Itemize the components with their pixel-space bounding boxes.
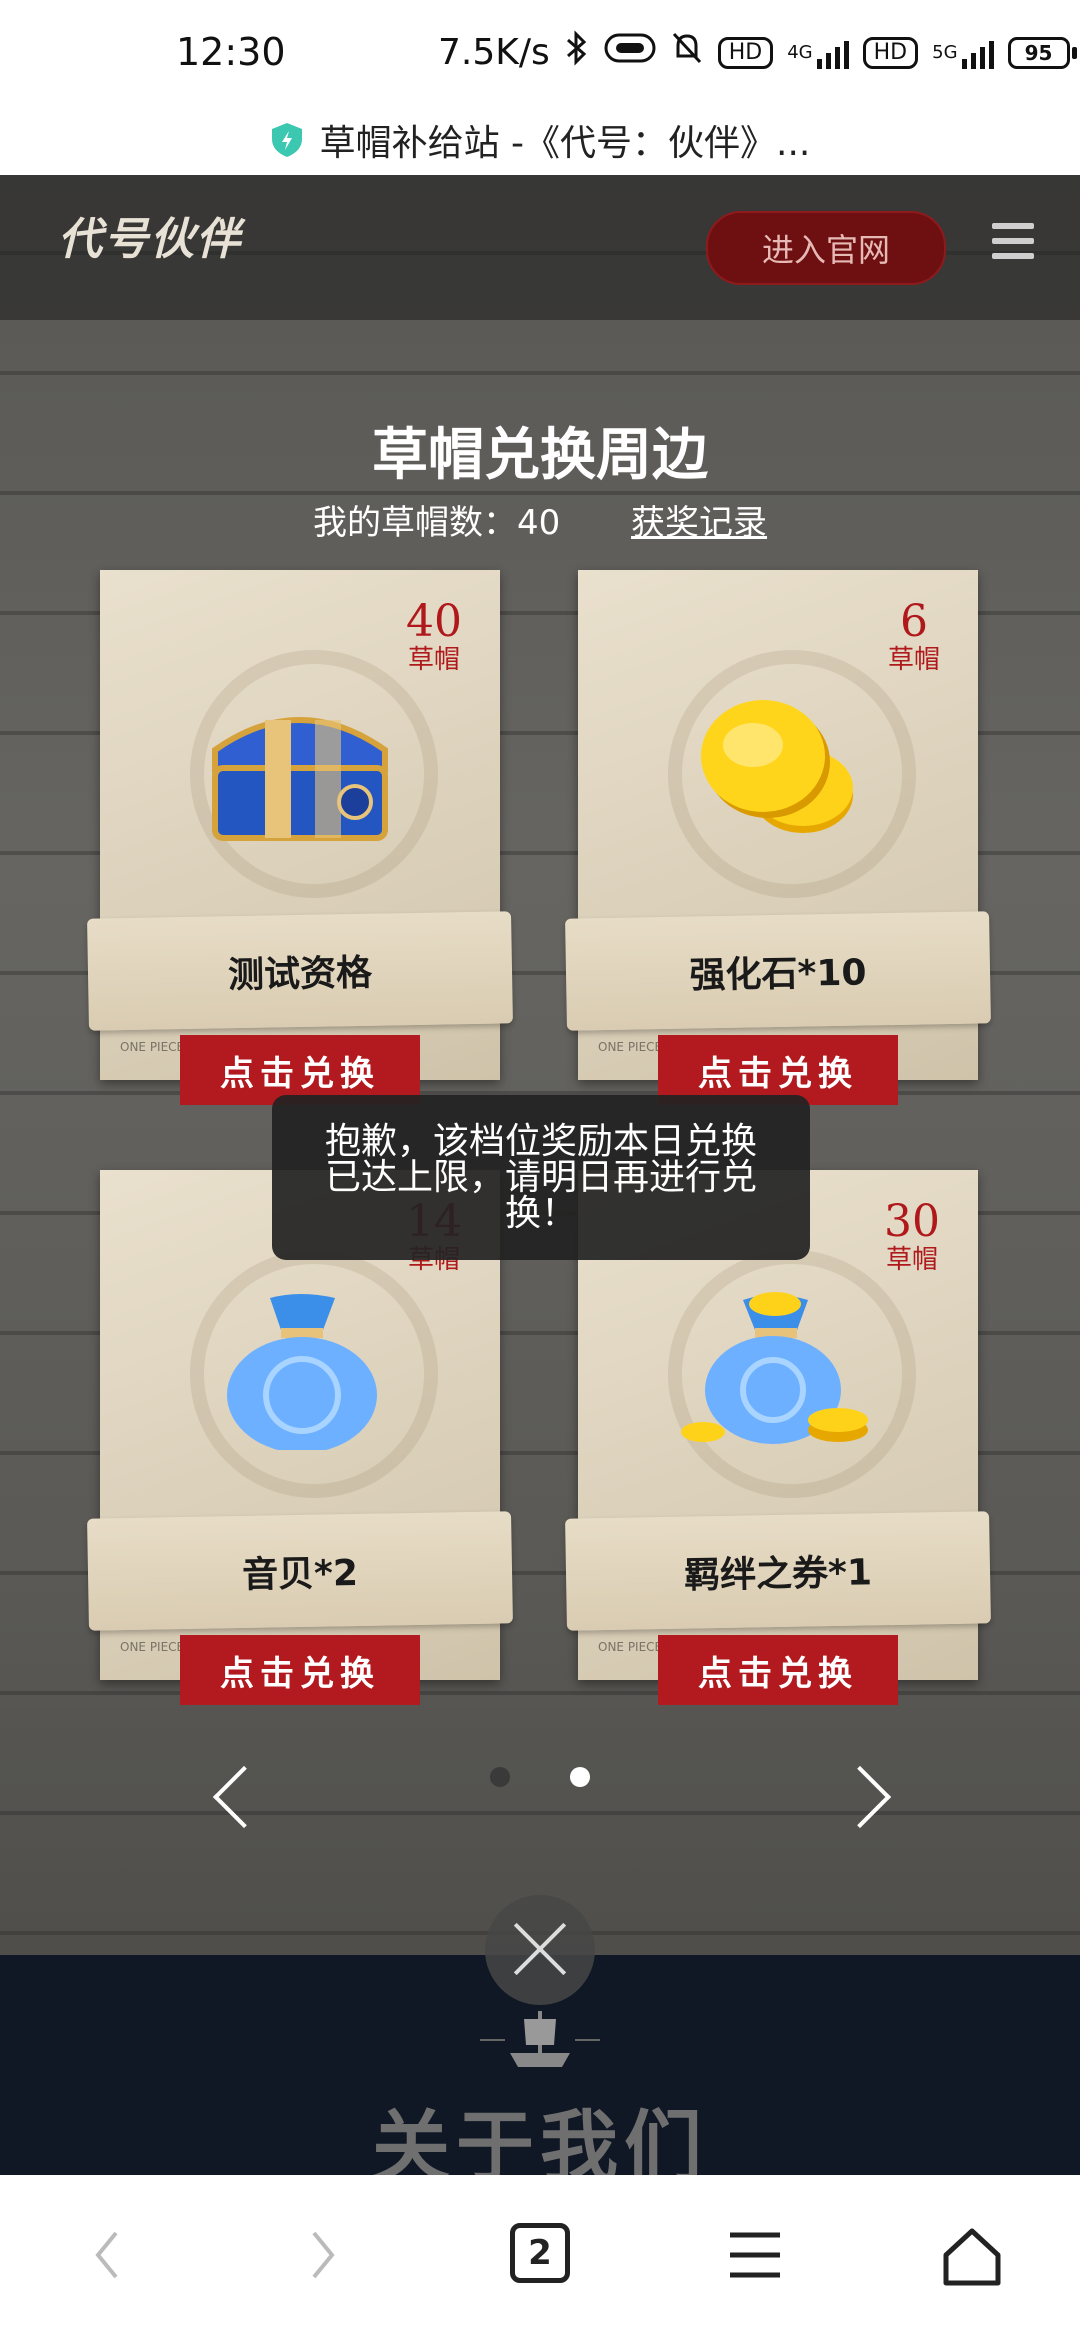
treasure-chest-icon bbox=[212, 717, 388, 841]
status-time: 12:30 bbox=[176, 30, 286, 74]
price-value: 30 bbox=[884, 1196, 940, 1247]
next-arrow-icon[interactable] bbox=[828, 1765, 892, 1829]
coin-pouch-icon bbox=[681, 1292, 868, 1444]
pagination-dot-active[interactable] bbox=[570, 1767, 590, 1787]
tabs-button[interactable]: 2 bbox=[510, 2223, 570, 2283]
url-bar[interactable]: 草帽补给站 -《代号：伙伴》... bbox=[0, 105, 1080, 175]
hd-badge-2: HD bbox=[862, 36, 919, 69]
price-unit: 草帽 bbox=[885, 1245, 938, 1275]
signal-icon bbox=[816, 37, 849, 69]
battery-level: 95 bbox=[1007, 36, 1070, 69]
about-title: 关于我们 bbox=[371, 2102, 708, 2175]
forward-icon[interactable] bbox=[308, 2225, 338, 2285]
price-value: 6 bbox=[899, 596, 928, 647]
reward-name: 音贝*2 bbox=[241, 1552, 359, 1597]
price-tag: 30 草帽 bbox=[884, 1200, 940, 1276]
reward-card: 6 草帽 强化石*10 ONE PIECE 点击兑换 bbox=[565, 570, 991, 1105]
section-title: 草帽兑换周边 bbox=[372, 422, 708, 488]
back-icon[interactable] bbox=[92, 2225, 122, 2285]
logo-text: 代号伙伴 bbox=[58, 214, 242, 265]
price-value: 40 bbox=[406, 596, 462, 647]
price-unit: 草帽 bbox=[887, 645, 940, 675]
browser-bottom-nav: 2 bbox=[0, 2175, 1080, 2340]
hat-count: 我的草帽数：40 bbox=[312, 503, 561, 543]
paper-watermark: ONE PIECE bbox=[120, 1640, 185, 1654]
gold-coins-icon bbox=[701, 700, 853, 833]
toast-message: 抱歉，该档位奖励本日兑换已达上限，请明日再进行兑换！ bbox=[272, 1095, 810, 1260]
reward-name-banner: 音贝*2 bbox=[87, 1511, 513, 1631]
shield-icon bbox=[271, 123, 302, 157]
hd-badge: HD bbox=[717, 36, 774, 69]
redeem-button[interactable]: 点击兑换 bbox=[180, 1635, 420, 1705]
blue-pouch-icon bbox=[227, 1294, 377, 1450]
reward-name: 测试资格 bbox=[227, 952, 373, 997]
hat-count-row: 我的草帽数：40 获奖记录 bbox=[0, 495, 1080, 544]
signal-icon-2 bbox=[961, 37, 994, 69]
paper-watermark: ONE PIECE bbox=[598, 1640, 663, 1654]
network-speed: 7.5K/s bbox=[438, 32, 550, 73]
network-type: 4G bbox=[787, 42, 813, 63]
reward-name: 强化石*10 bbox=[689, 952, 867, 997]
price-tag: 40 草帽 bbox=[406, 600, 462, 676]
bluetooth-icon bbox=[564, 30, 590, 75]
site-nav: 代号伙伴 进入官网 bbox=[0, 175, 1080, 320]
tabs-count: 2 bbox=[528, 2233, 552, 2273]
enter-official-site-button[interactable]: 进入官网 bbox=[706, 211, 946, 285]
prev-arrow-icon[interactable] bbox=[212, 1765, 276, 1829]
battery-icon: 95 bbox=[1007, 36, 1077, 69]
menu-icon[interactable] bbox=[992, 223, 1034, 265]
mute-bell-icon bbox=[670, 30, 704, 75]
close-icon[interactable] bbox=[485, 1895, 595, 2005]
records-link[interactable]: 获奖记录 bbox=[631, 503, 767, 543]
pagination-dot[interactable] bbox=[490, 1767, 510, 1787]
reward-name-banner: 羁绊之券*1 bbox=[565, 1511, 991, 1631]
paper-watermark: ONE PIECE bbox=[598, 1040, 663, 1054]
nfc-icon bbox=[604, 31, 656, 74]
status-bar: 12:30 7.5K/s HD 4G HD 5G 95 bbox=[0, 0, 1080, 105]
reward-name-banner: 测试资格 bbox=[87, 911, 513, 1031]
price-tag: 6 草帽 bbox=[888, 600, 940, 676]
reward-name-banner: 强化石*10 bbox=[565, 911, 991, 1031]
menu-lines-icon[interactable] bbox=[728, 2225, 782, 2285]
reward-card: 40 草帽 测试资格 ONE PIECE 点击兑换 bbox=[87, 570, 513, 1105]
status-icons: 7.5K/s HD 4G HD 5G 95 bbox=[438, 30, 1077, 75]
paper-watermark: ONE PIECE bbox=[120, 1040, 185, 1054]
redeem-button[interactable]: 点击兑换 bbox=[658, 1635, 898, 1705]
toast-text: 抱歉，该档位奖励本日兑换已达上限，请明日再进行兑换！ bbox=[324, 1120, 757, 1234]
site-logo[interactable]: 代号伙伴 bbox=[58, 203, 242, 267]
page-title: 草帽补给站 -《代号：伙伴》... bbox=[319, 123, 811, 164]
ship-icon bbox=[480, 2011, 600, 2067]
home-icon[interactable] bbox=[940, 2225, 1004, 2289]
network-type-2: 5G bbox=[932, 42, 958, 63]
reward-name: 羁绊之券*1 bbox=[683, 1552, 873, 1597]
price-unit: 草帽 bbox=[407, 645, 460, 675]
web-page: 代号伙伴 进入官网 草帽兑换周边 我的草帽数：40 获奖记录 40 草帽 测试资… bbox=[0, 175, 1080, 2175]
